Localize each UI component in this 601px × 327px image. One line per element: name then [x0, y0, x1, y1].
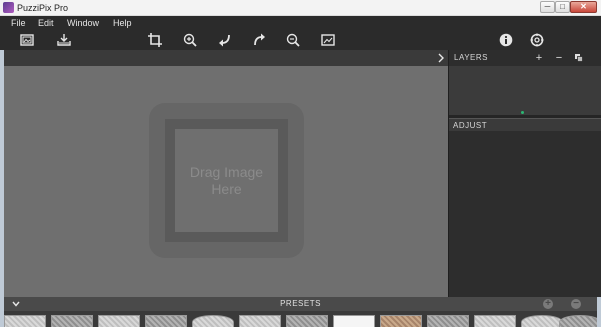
- maximize-button[interactable]: □: [555, 1, 570, 13]
- preset-thumbnail[interactable]: [192, 315, 234, 327]
- zoom-in-button[interactable]: [181, 31, 199, 49]
- crop-button[interactable]: [146, 31, 164, 49]
- undo-icon: [219, 34, 230, 47]
- presets-strip: [4, 311, 597, 327]
- layers-header: LAYERS + −: [449, 50, 601, 66]
- presets-bar: PRESETS + −: [4, 297, 597, 311]
- menu-file[interactable]: File: [11, 17, 26, 29]
- preset-thumbnail[interactable]: [427, 315, 469, 327]
- preset-thumbnail[interactable]: [521, 315, 563, 327]
- minimize-button[interactable]: ─: [540, 1, 555, 13]
- adjust-header: ADJUST: [449, 118, 601, 131]
- menu-edit[interactable]: Edit: [38, 17, 54, 29]
- remove-preset-button[interactable]: −: [571, 299, 581, 309]
- drop-zone-text: Drag Image Here: [177, 164, 277, 198]
- undo-button[interactable]: [216, 31, 234, 49]
- zoom-out-button[interactable]: [284, 31, 302, 49]
- preset-thumbnail[interactable]: [333, 315, 375, 327]
- save-button[interactable]: [55, 31, 73, 49]
- duplicate-layer-button[interactable]: [573, 51, 585, 65]
- close-button[interactable]: ✕: [570, 1, 597, 13]
- info-button[interactable]: [497, 31, 515, 49]
- drop-zone[interactable]: Drag Image Here: [149, 103, 304, 258]
- app-logo-icon: [3, 2, 14, 13]
- drop-text-line-2: Here: [211, 180, 242, 197]
- add-preset-button[interactable]: +: [543, 299, 553, 309]
- drop-zone-frame: Drag Image Here: [165, 119, 288, 242]
- duplicate-icon: [575, 54, 583, 62]
- menu-help[interactable]: Help: [113, 17, 132, 29]
- redo-button[interactable]: [250, 31, 268, 49]
- preset-thumbnail[interactable]: [98, 315, 140, 327]
- adjust-title: ADJUST: [453, 121, 488, 130]
- fit-image-button[interactable]: [319, 31, 337, 49]
- settings-button[interactable]: [528, 31, 546, 49]
- preset-thumbnail[interactable]: [380, 315, 422, 327]
- preset-thumbnail[interactable]: [51, 315, 93, 327]
- open-image-icon: [20, 34, 34, 46]
- preset-thumbnail[interactable]: [239, 315, 281, 327]
- info-icon: [499, 33, 513, 47]
- toolbar: [0, 30, 601, 50]
- preset-thumbnail[interactable]: [559, 315, 597, 327]
- preset-thumbnail[interactable]: [286, 315, 328, 327]
- zoom-in-icon: [183, 33, 197, 47]
- presets-title: PRESETS: [280, 299, 321, 308]
- zoom-out-icon: [286, 33, 300, 47]
- menu-window[interactable]: Window: [67, 17, 99, 29]
- adjust-panel: [449, 131, 601, 297]
- title-bar: PuzziPix Pro ─ □ ✕: [0, 0, 601, 16]
- canvas-header: [4, 50, 448, 66]
- layers-list[interactable]: [449, 66, 601, 115]
- preset-thumbnail[interactable]: [474, 315, 516, 327]
- open-image-button[interactable]: [18, 31, 36, 49]
- settings-icon: [530, 33, 544, 47]
- right-panel: LAYERS + − ADJUST: [448, 50, 601, 297]
- resize-grip-icon[interactable]: [521, 111, 524, 114]
- fit-image-icon: [321, 34, 335, 46]
- app-window: PuzziPix Pro ─ □ ✕ File Edit Window Help: [0, 0, 601, 327]
- menu-bar: File Edit Window Help: [0, 16, 601, 30]
- collapse-panel-chevron-icon[interactable]: [436, 52, 446, 64]
- redo-icon: [254, 33, 265, 46]
- add-layer-button[interactable]: +: [533, 51, 545, 65]
- crop-icon: [148, 33, 162, 47]
- save-icon: [57, 34, 71, 46]
- preset-thumbnail[interactable]: [4, 315, 46, 327]
- preset-thumbnail[interactable]: [145, 315, 187, 327]
- remove-layer-button[interactable]: −: [553, 51, 565, 65]
- image-canvas[interactable]: Drag Image Here: [4, 66, 448, 297]
- drop-text-line-1: Drag Image: [189, 163, 264, 180]
- window-title: PuzziPix Pro: [17, 3, 69, 13]
- layers-title: LAYERS: [454, 53, 488, 62]
